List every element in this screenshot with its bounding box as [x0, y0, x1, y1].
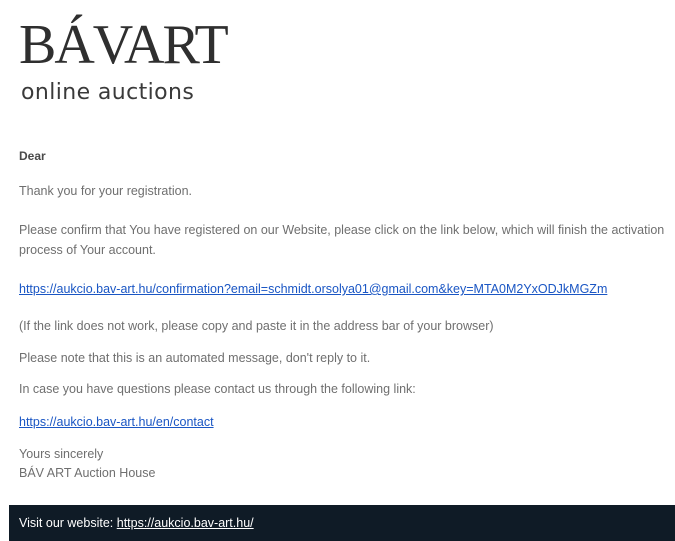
confirmation-link-row: https://aukcio.bav-art.hu/confirmation?e… — [19, 279, 607, 299]
closing-text: Yours sincerely — [19, 447, 104, 461]
contact-link[interactable]: https://aukcio.bav-art.hu/en/contact — [19, 415, 214, 429]
bavart-logo: BÁVART online auctions — [19, 12, 229, 112]
questions-text: In case you have questions please contac… — [19, 382, 416, 396]
contact-link-row: https://aukcio.bav-art.hu/en/contact — [19, 412, 214, 432]
footer-bar: Visit our website: https://aukcio.bav-ar… — [9, 505, 675, 541]
thanks-text: Thank you for your registration. — [19, 184, 192, 198]
link-help-text: (If the link does not work, please copy … — [19, 319, 494, 333]
confirmation-link[interactable]: https://aukcio.bav-art.hu/confirmation?e… — [19, 282, 607, 296]
footer-website-link[interactable]: https://aukcio.bav-art.hu/ — [117, 516, 254, 530]
automated-note: Please note that this is an automated me… — [19, 351, 371, 365]
logo-subtitle: online auctions — [21, 80, 195, 105]
logo-brand-text: BÁVART — [19, 14, 229, 76]
confirm-text: Please confirm that You have registered … — [19, 223, 665, 257]
greeting: Dear — [19, 149, 46, 163]
email-body: BÁVART online auctions Dear Thank you fo… — [0, 0, 675, 541]
footer-label: Visit our website: — [19, 516, 114, 530]
signature-text: BÁV ART Auction House — [19, 466, 156, 480]
